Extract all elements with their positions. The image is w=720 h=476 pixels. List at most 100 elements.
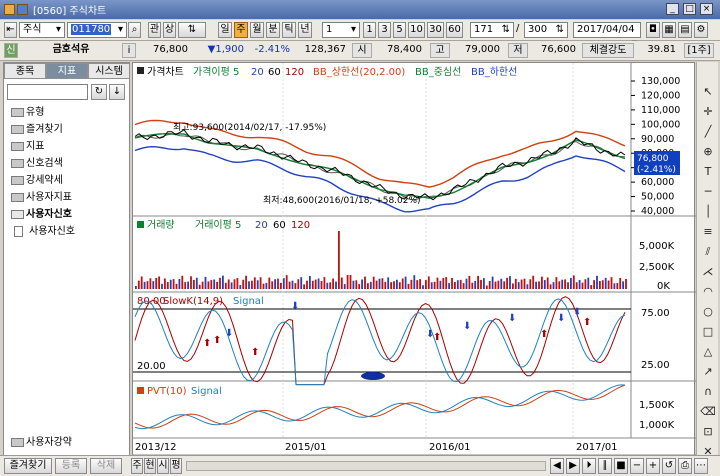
pause-icon[interactable]: ∥ [598, 458, 612, 474]
scroll-right-icon[interactable]: ▶ [566, 458, 580, 474]
num-60-button[interactable]: 60 [446, 22, 463, 38]
table-icon[interactable]: ▤ [678, 22, 692, 38]
help-icon[interactable] [17, 4, 28, 15]
num-10-button[interactable]: 10 [408, 22, 425, 38]
zoom-icon[interactable]: ⊕ [700, 144, 716, 160]
current-price: 76,800 [153, 44, 188, 55]
settings-icon[interactable]: ⚙ [694, 22, 708, 38]
circle-icon[interactable]: ○ [700, 304, 716, 320]
num-1-button[interactable]: 1 [363, 22, 376, 38]
period-week-button[interactable]: 주 [234, 22, 248, 38]
download-icon[interactable]: ↓ [109, 84, 125, 100]
legend-vol-ma60: 60 [273, 220, 286, 231]
range-total-input[interactable]: 300 ⇅ [524, 22, 568, 38]
arc-icon[interactable]: ◠ [700, 284, 716, 300]
sidebar-item-user-signal[interactable]: 사용자신호 [7, 206, 129, 223]
vertical-line-icon[interactable]: │ [700, 204, 716, 220]
volume-bar [187, 281, 189, 289]
tab-stock[interactable]: 종목 [4, 63, 46, 79]
arrow-icon[interactable]: ↗ [700, 364, 716, 380]
delete-button[interactable]: 삭제 [90, 458, 122, 474]
step-icon[interactable]: ⏵ [582, 458, 596, 474]
horizontal-scrollbar[interactable] [186, 461, 546, 471]
gwan-button[interactable]: 관 [148, 22, 161, 38]
zoom-out-icon[interactable]: − [630, 458, 644, 474]
chart-svg[interactable]: 가격차트 가격이평 5 20 60 120 BB_상한선(20,2.00) BB… [133, 63, 696, 473]
stop-icon[interactable]: ■ [614, 458, 628, 474]
tab-hyeon[interactable]: 현 [144, 458, 156, 474]
zoom-in-icon[interactable]: + [646, 458, 660, 474]
tab-system[interactable]: 시스템 [88, 63, 130, 79]
num-5-button[interactable]: 5 [393, 22, 406, 38]
high-annotation: 최고:93,600(2014/02/17, -17.95%) [173, 122, 326, 133]
sidebar-item-indicator[interactable]: 지표 [7, 138, 129, 155]
scroll-left-icon[interactable]: ◀ [550, 458, 564, 474]
refresh-icon[interactable]: ↻ [91, 84, 107, 100]
stoch-legend-signal: Signal [233, 296, 264, 307]
tab-indicator[interactable]: 지표 [46, 63, 88, 79]
period-minute-button[interactable]: 분 [266, 22, 280, 38]
print-icon[interactable]: ⎙ [678, 458, 692, 474]
sidebar-item-user-indicator[interactable]: 사용자지표 [7, 189, 129, 206]
volume-bar [474, 280, 477, 289]
rectangle-icon[interactable]: □ [700, 324, 716, 340]
market-select[interactable]: 주식 ▾ [19, 22, 65, 38]
sidebar-search-input[interactable] [7, 84, 88, 100]
volume-bar [538, 281, 540, 289]
spin-stepper[interactable]: ⇅ [178, 22, 206, 38]
sidebar-item-strength[interactable]: 강세약세 [7, 172, 129, 189]
close-button[interactable]: × [700, 3, 713, 15]
minimize-button[interactable]: _ [666, 3, 679, 15]
fibonacci-icon[interactable]: ≡ [700, 224, 716, 240]
info-icon[interactable]: i [122, 43, 136, 58]
stock-name: 금호석유 [52, 44, 90, 55]
grid-icon[interactable]: ▦ [662, 22, 676, 38]
volume-bar [607, 280, 610, 289]
period-year-button[interactable]: 년 [298, 22, 312, 38]
open-folder-icon [11, 210, 24, 219]
volume-bar [140, 276, 143, 289]
channel-icon[interactable]: ⫽ [700, 244, 716, 260]
tab-ju[interactable]: 주 [131, 458, 143, 474]
num-30-button[interactable]: 30 [427, 22, 444, 38]
period-month-button[interactable]: 월 [250, 22, 264, 38]
num-3-button[interactable]: 3 [378, 22, 391, 38]
volume-bar [309, 276, 311, 289]
triangle-icon[interactable]: △ [700, 344, 716, 360]
horizontal-line-icon[interactable]: ─ [700, 184, 716, 200]
magnet-icon[interactable]: ∩ [700, 384, 716, 400]
camera-icon[interactable]: ◘ [646, 22, 660, 38]
lock-icon[interactable]: ⊡ [700, 424, 716, 440]
eraser-icon[interactable]: ⌫ [700, 404, 716, 420]
range-current-input[interactable]: 171 ⇅ [470, 22, 514, 38]
register-button[interactable]: 등록 [55, 458, 87, 474]
legend-vol-ma20: 20 [255, 220, 268, 231]
period-tick-button[interactable]: 틱 [282, 22, 296, 38]
maximize-button[interactable]: □ [683, 3, 696, 15]
change-rate: -2.41% [254, 44, 290, 55]
sidebar-item-favorites[interactable]: 즐겨찾기 [7, 121, 129, 138]
sidebar-item-signal-search[interactable]: 신호검색 [7, 155, 129, 172]
tab-pyeong[interactable]: 평 [170, 458, 182, 474]
reset-icon[interactable]: ↺ [662, 458, 676, 474]
favorites-button[interactable]: 즐겨찾기 [4, 458, 52, 474]
count-select[interactable]: 1 ▾ [322, 22, 360, 38]
volume-bar [413, 275, 416, 289]
tab-si[interactable]: 시 [157, 458, 169, 474]
text-tool-icon[interactable]: T [700, 164, 716, 180]
crosshair-icon[interactable]: ✛ [700, 104, 716, 120]
volume-bar [401, 278, 404, 289]
period-day-button[interactable]: 일 [218, 22, 232, 38]
line-tool-icon[interactable]: ╱ [700, 124, 716, 140]
sidebar-item-user-strength[interactable]: 사용자강약 [7, 434, 129, 451]
search-icon[interactable]: ⌕ [128, 22, 141, 38]
cursor-icon[interactable]: ↖ [700, 84, 716, 100]
sidebar-item-type[interactable]: 유형 [7, 104, 129, 121]
sidebar-subitem-user-signal[interactable]: 사용자신호 [10, 223, 132, 240]
more-icon[interactable]: ⋯ [694, 458, 708, 474]
code-input[interactable]: 011780 ▾ [67, 22, 127, 38]
nav-icon[interactable]: ⇤ [4, 22, 17, 38]
fan-icon[interactable]: ⋌ [700, 264, 716, 280]
sang-button[interactable]: 상 [163, 22, 176, 38]
date-input[interactable]: 2017/04/04▾ [573, 22, 641, 49]
